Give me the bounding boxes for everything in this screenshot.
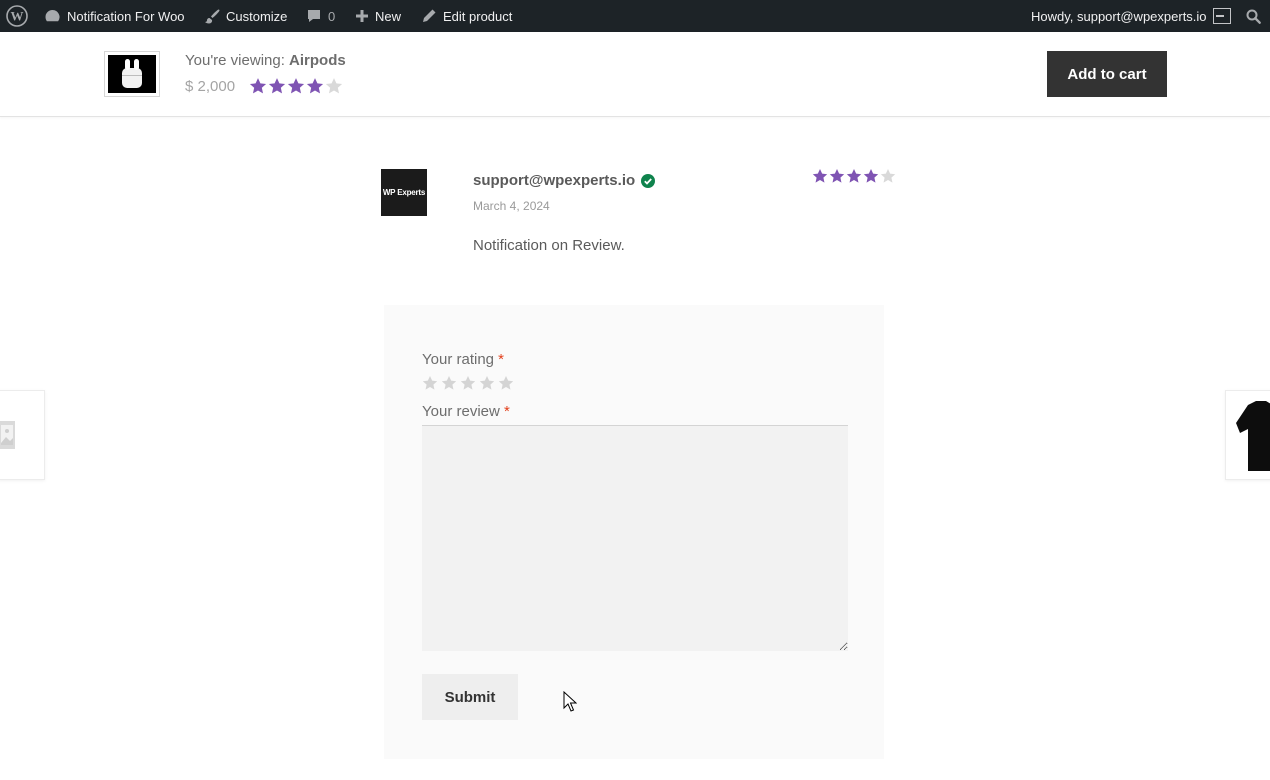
star-filled-icon xyxy=(846,169,862,183)
star-filled-icon xyxy=(829,169,845,183)
star-filled-icon xyxy=(306,78,324,94)
comments-link[interactable]: 0 xyxy=(306,0,335,32)
review-label: Your review * xyxy=(422,403,510,420)
reviewer-avatar: WP Experts xyxy=(381,169,427,216)
star-filled-icon xyxy=(287,78,305,94)
avatar-logo-text: WP Experts xyxy=(382,188,426,197)
rating-label-text: Your rating xyxy=(422,351,494,368)
required-marker: * xyxy=(504,403,510,420)
site-name-label: Notification For Woo xyxy=(67,8,185,24)
image-placeholder-icon xyxy=(0,421,15,449)
review-date: March 4, 2024 xyxy=(473,199,550,213)
product-thumbnail[interactable] xyxy=(104,51,160,97)
star-filled-icon xyxy=(268,78,286,94)
svg-text:W: W xyxy=(11,9,24,24)
review-label-text: Your review xyxy=(422,403,500,420)
add-to-cart-button[interactable]: Add to cart xyxy=(1047,51,1167,97)
rating-star-3[interactable] xyxy=(460,375,476,396)
edit-product-label: Edit product xyxy=(443,8,513,24)
wordpress-logo-icon[interactable]: W xyxy=(6,0,28,32)
new-content-link[interactable]: New xyxy=(355,0,401,32)
review-author-name: support@wpexperts.io xyxy=(473,172,636,189)
admin-bar: W Notification For Woo Customize 0 New E… xyxy=(0,0,1270,32)
next-product-card[interactable] xyxy=(1225,390,1270,480)
product-price: $ 2,000 xyxy=(185,78,236,95)
customize-label: Customize xyxy=(226,8,288,24)
product-name: Airpods xyxy=(289,52,346,69)
sticky-rating-stars xyxy=(249,77,343,95)
mouse-cursor-icon xyxy=(563,691,577,712)
brush-icon xyxy=(205,9,220,24)
rating-star-1[interactable] xyxy=(422,375,438,396)
required-marker: * xyxy=(498,351,505,368)
star-filled-icon xyxy=(812,169,828,183)
star-filled-icon xyxy=(249,78,267,94)
my-account-link[interactable]: Howdy, support@wpexperts.io xyxy=(1031,0,1231,32)
rating-star-4[interactable] xyxy=(479,375,495,396)
viewing-prefix: You're viewing: xyxy=(185,52,285,69)
site-name-link[interactable]: Notification For Woo xyxy=(44,0,185,32)
new-label: New xyxy=(375,8,402,24)
search-icon[interactable] xyxy=(1245,0,1262,32)
dashboard-icon xyxy=(45,9,60,21)
review-rating-stars xyxy=(812,168,896,184)
rating-star-2[interactable] xyxy=(441,375,457,396)
sticky-add-to-cart-bar: You're viewing: Airpods $ 2,000 Add to c… xyxy=(0,32,1270,117)
user-avatar-icon xyxy=(1212,8,1231,24)
review-text: Notification on Review. xyxy=(473,237,625,254)
edit-product-link[interactable]: Edit product xyxy=(421,0,512,32)
submit-button[interactable]: Submit xyxy=(422,674,518,720)
previous-product-card[interactable] xyxy=(0,390,45,480)
howdy-label: Howdy, support@wpexperts.io xyxy=(1031,8,1207,24)
customize-link[interactable]: Customize xyxy=(204,0,287,32)
rating-label: Your rating * xyxy=(422,351,504,368)
review-author: support@wpexperts.io xyxy=(473,172,656,189)
comments-count: 0 xyxy=(328,8,336,24)
viewing-text: You're viewing: Airpods xyxy=(185,52,346,69)
plus-icon xyxy=(356,10,368,22)
star-empty-icon xyxy=(880,169,896,183)
star-empty-icon xyxy=(325,78,343,94)
airpods-image xyxy=(108,55,156,93)
tshirt-image xyxy=(1236,401,1270,471)
star-filled-icon xyxy=(863,169,879,183)
pencil-icon xyxy=(423,9,436,22)
review-form: Your rating * Your review * Submit xyxy=(384,305,884,759)
review-textarea[interactable] xyxy=(422,425,848,651)
rating-star-5[interactable] xyxy=(498,375,514,396)
comment-icon xyxy=(308,10,320,22)
verified-check-icon xyxy=(641,173,656,188)
rating-star-picker xyxy=(422,375,514,396)
